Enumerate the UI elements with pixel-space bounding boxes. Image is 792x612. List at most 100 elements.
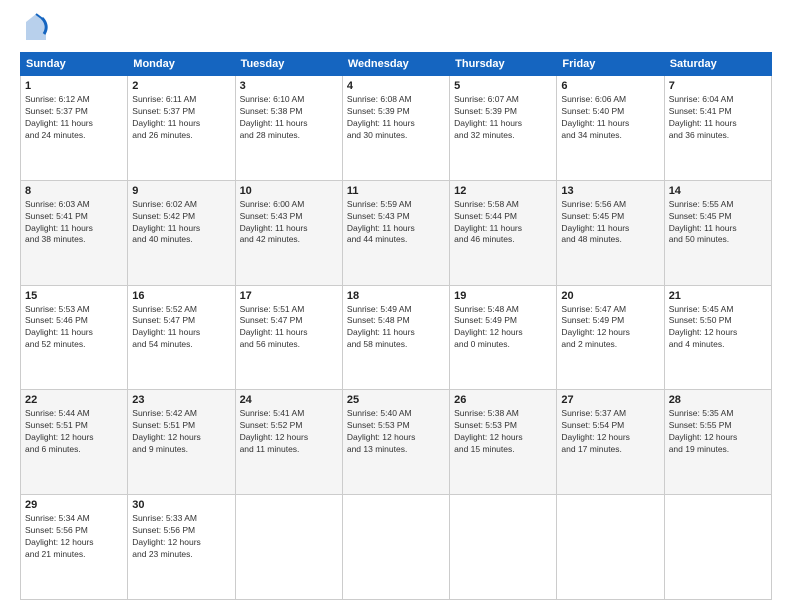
day-number: 14 xyxy=(669,185,767,197)
logo-icon xyxy=(24,12,48,42)
day-info: Sunrise: 5:40 AM Sunset: 5:53 PM Dayligh… xyxy=(347,408,445,456)
day-info: Sunrise: 5:58 AM Sunset: 5:44 PM Dayligh… xyxy=(454,199,552,247)
day-cell: 28 Sunrise: 5:35 AM Sunset: 5:55 PM Dayli… xyxy=(664,390,771,495)
day-cell: 10 Sunrise: 6:00 AM Sunset: 5:43 PM Dayli… xyxy=(235,180,342,285)
day-info: Sunrise: 5:49 AM Sunset: 5:48 PM Dayligh… xyxy=(347,304,445,352)
day-cell: 12 Sunrise: 5:58 AM Sunset: 5:44 PM Dayli… xyxy=(450,180,557,285)
day-number: 6 xyxy=(561,80,659,92)
day-number: 3 xyxy=(240,80,338,92)
day-number: 4 xyxy=(347,80,445,92)
day-number: 18 xyxy=(347,290,445,302)
dow-header-tuesday: Tuesday xyxy=(235,53,342,76)
week-row-3: 15 Sunrise: 5:53 AM Sunset: 5:46 PM Dayli… xyxy=(21,285,772,390)
dow-header-wednesday: Wednesday xyxy=(342,53,449,76)
day-number: 22 xyxy=(25,394,123,406)
day-cell xyxy=(557,495,664,600)
day-number: 21 xyxy=(669,290,767,302)
day-info: Sunrise: 6:04 AM Sunset: 5:41 PM Dayligh… xyxy=(669,94,767,142)
day-cell: 19 Sunrise: 5:48 AM Sunset: 5:49 PM Dayli… xyxy=(450,285,557,390)
day-cell: 25 Sunrise: 5:40 AM Sunset: 5:53 PM Dayli… xyxy=(342,390,449,495)
dow-header-thursday: Thursday xyxy=(450,53,557,76)
day-cell: 15 Sunrise: 5:53 AM Sunset: 5:46 PM Dayli… xyxy=(21,285,128,390)
day-number: 10 xyxy=(240,185,338,197)
day-info: Sunrise: 5:37 AM Sunset: 5:54 PM Dayligh… xyxy=(561,408,659,456)
day-number: 8 xyxy=(25,185,123,197)
day-number: 15 xyxy=(25,290,123,302)
day-cell: 11 Sunrise: 5:59 AM Sunset: 5:43 PM Dayli… xyxy=(342,180,449,285)
day-number: 5 xyxy=(454,80,552,92)
day-cell: 2Sunrise: 6:11 AM Sunset: 5:37 PM Daylig… xyxy=(128,76,235,181)
day-info: Sunrise: 5:38 AM Sunset: 5:53 PM Dayligh… xyxy=(454,408,552,456)
days-of-week-row: SundayMondayTuesdayWednesdayThursdayFrid… xyxy=(21,53,772,76)
day-cell: 9Sunrise: 6:02 AM Sunset: 5:42 PM Daylig… xyxy=(128,180,235,285)
day-cell: 27Sunrise: 5:37 AM Sunset: 5:54 PM Dayli… xyxy=(557,390,664,495)
day-cell: 26 Sunrise: 5:38 AM Sunset: 5:53 PM Dayli… xyxy=(450,390,557,495)
dow-header-monday: Monday xyxy=(128,53,235,76)
day-cell: 3 Sunrise: 6:10 AM Sunset: 5:38 PM Daylig… xyxy=(235,76,342,181)
day-cell: 30Sunrise: 5:33 AM Sunset: 5:56 PM Dayli… xyxy=(128,495,235,600)
day-info: Sunrise: 5:45 AM Sunset: 5:50 PM Dayligh… xyxy=(669,304,767,352)
day-cell xyxy=(664,495,771,600)
day-cell: 1 Sunrise: 6:12 AM Sunset: 5:37 PM Daylig… xyxy=(21,76,128,181)
day-info: Sunrise: 5:33 AM Sunset: 5:56 PM Dayligh… xyxy=(132,513,230,561)
calendar-body: 1 Sunrise: 6:12 AM Sunset: 5:37 PM Daylig… xyxy=(21,76,772,600)
day-cell: 21 Sunrise: 5:45 AM Sunset: 5:50 PM Dayli… xyxy=(664,285,771,390)
week-row-2: 8 Sunrise: 6:03 AM Sunset: 5:41 PM Daylig… xyxy=(21,180,772,285)
dow-header-friday: Friday xyxy=(557,53,664,76)
week-row-5: 29Sunrise: 5:34 AM Sunset: 5:56 PM Dayli… xyxy=(21,495,772,600)
day-cell: 20 Sunrise: 5:47 AM Sunset: 5:49 PM Dayli… xyxy=(557,285,664,390)
calendar-table: SundayMondayTuesdayWednesdayThursdayFrid… xyxy=(20,52,772,600)
day-number: 28 xyxy=(669,394,767,406)
day-number: 12 xyxy=(454,185,552,197)
day-info: Sunrise: 6:03 AM Sunset: 5:41 PM Dayligh… xyxy=(25,199,123,247)
day-number: 7 xyxy=(669,80,767,92)
day-number: 13 xyxy=(561,185,659,197)
day-info: Sunrise: 5:53 AM Sunset: 5:46 PM Dayligh… xyxy=(25,304,123,352)
day-cell: 5Sunrise: 6:07 AM Sunset: 5:39 PM Daylig… xyxy=(450,76,557,181)
day-cell xyxy=(342,495,449,600)
day-cell: 16 Sunrise: 5:52 AM Sunset: 5:47 PM Dayli… xyxy=(128,285,235,390)
day-cell: 22 Sunrise: 5:44 AM Sunset: 5:51 PM Dayli… xyxy=(21,390,128,495)
day-info: Sunrise: 5:59 AM Sunset: 5:43 PM Dayligh… xyxy=(347,199,445,247)
day-info: Sunrise: 5:52 AM Sunset: 5:47 PM Dayligh… xyxy=(132,304,230,352)
day-cell: 17 Sunrise: 5:51 AM Sunset: 5:47 PM Dayli… xyxy=(235,285,342,390)
dow-header-sunday: Sunday xyxy=(21,53,128,76)
week-row-1: 1 Sunrise: 6:12 AM Sunset: 5:37 PM Daylig… xyxy=(21,76,772,181)
day-info: Sunrise: 5:51 AM Sunset: 5:47 PM Dayligh… xyxy=(240,304,338,352)
day-number: 24 xyxy=(240,394,338,406)
day-cell: 8 Sunrise: 6:03 AM Sunset: 5:41 PM Daylig… xyxy=(21,180,128,285)
dow-header-saturday: Saturday xyxy=(664,53,771,76)
day-number: 1 xyxy=(25,80,123,92)
day-number: 16 xyxy=(132,290,230,302)
day-cell: 4 Sunrise: 6:08 AM Sunset: 5:39 PM Daylig… xyxy=(342,76,449,181)
day-info: Sunrise: 6:06 AM Sunset: 5:40 PM Dayligh… xyxy=(561,94,659,142)
day-cell: 23Sunrise: 5:42 AM Sunset: 5:51 PM Dayli… xyxy=(128,390,235,495)
day-info: Sunrise: 5:47 AM Sunset: 5:49 PM Dayligh… xyxy=(561,304,659,352)
day-info: Sunrise: 5:35 AM Sunset: 5:55 PM Dayligh… xyxy=(669,408,767,456)
day-number: 17 xyxy=(240,290,338,302)
day-info: Sunrise: 5:55 AM Sunset: 5:45 PM Dayligh… xyxy=(669,199,767,247)
day-info: Sunrise: 5:48 AM Sunset: 5:49 PM Dayligh… xyxy=(454,304,552,352)
day-cell: 6 Sunrise: 6:06 AM Sunset: 5:40 PM Daylig… xyxy=(557,76,664,181)
day-number: 26 xyxy=(454,394,552,406)
day-info: Sunrise: 6:02 AM Sunset: 5:42 PM Dayligh… xyxy=(132,199,230,247)
day-number: 25 xyxy=(347,394,445,406)
day-info: Sunrise: 6:12 AM Sunset: 5:37 PM Dayligh… xyxy=(25,94,123,142)
day-number: 2 xyxy=(132,80,230,92)
day-cell xyxy=(235,495,342,600)
day-info: Sunrise: 5:41 AM Sunset: 5:52 PM Dayligh… xyxy=(240,408,338,456)
day-info: Sunrise: 5:44 AM Sunset: 5:51 PM Dayligh… xyxy=(25,408,123,456)
day-info: Sunrise: 6:08 AM Sunset: 5:39 PM Dayligh… xyxy=(347,94,445,142)
day-info: Sunrise: 5:42 AM Sunset: 5:51 PM Dayligh… xyxy=(132,408,230,456)
day-cell: 18 Sunrise: 5:49 AM Sunset: 5:48 PM Dayli… xyxy=(342,285,449,390)
week-row-4: 22 Sunrise: 5:44 AM Sunset: 5:51 PM Dayli… xyxy=(21,390,772,495)
day-cell: 13Sunrise: 5:56 AM Sunset: 5:45 PM Dayli… xyxy=(557,180,664,285)
day-info: Sunrise: 6:00 AM Sunset: 5:43 PM Dayligh… xyxy=(240,199,338,247)
header xyxy=(20,16,772,42)
day-cell: 14 Sunrise: 5:55 AM Sunset: 5:45 PM Dayli… xyxy=(664,180,771,285)
day-info: Sunrise: 6:10 AM Sunset: 5:38 PM Dayligh… xyxy=(240,94,338,142)
day-number: 11 xyxy=(347,185,445,197)
day-number: 19 xyxy=(454,290,552,302)
day-number: 20 xyxy=(561,290,659,302)
day-number: 29 xyxy=(25,499,123,511)
